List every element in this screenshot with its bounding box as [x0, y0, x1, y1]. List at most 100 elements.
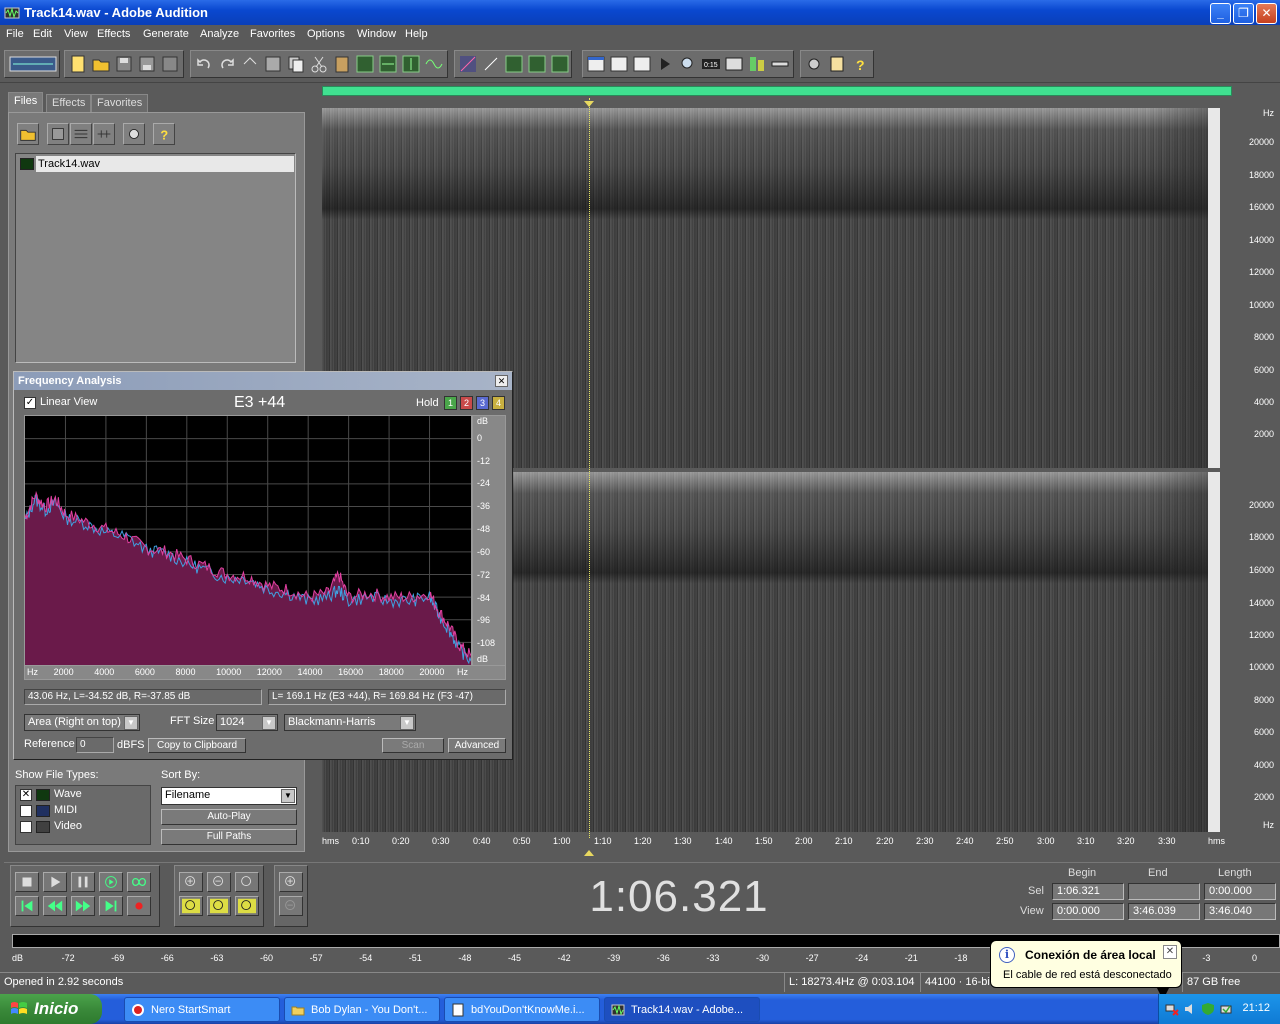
- zoom-full-icon[interactable]: [235, 872, 259, 892]
- play-icon[interactable]: [43, 872, 67, 892]
- level-meters-icon[interactable]: [747, 54, 767, 74]
- window-function-select[interactable]: Blackmann-Harris ▼: [284, 714, 416, 731]
- task-adobe-audition[interactable]: Track14.wav - Adobe...: [604, 997, 760, 1022]
- transport-icon[interactable]: [655, 54, 675, 74]
- tab-favorites[interactable]: Favorites: [91, 94, 149, 112]
- task-bdyoudontknowme[interactable]: bdYouDon'tKnowMe.i...: [444, 997, 600, 1022]
- spectral-phase-icon[interactable]: [527, 54, 547, 74]
- view-length-field[interactable]: 3:46.040: [1204, 903, 1276, 920]
- hold-button-3[interactable]: 3: [476, 396, 489, 410]
- menu-edit[interactable]: Edit: [33, 28, 52, 40]
- zoom-to-selection-icon[interactable]: [179, 896, 203, 916]
- open-file-icon[interactable]: [17, 123, 39, 145]
- zoom-right-edge-icon[interactable]: [235, 896, 259, 916]
- menu-options[interactable]: Options: [307, 28, 345, 40]
- scripts-icon[interactable]: [827, 54, 847, 74]
- menu-generate[interactable]: Generate: [143, 28, 189, 40]
- panel-help-icon[interactable]: ?: [153, 123, 175, 145]
- tab-files[interactable]: Files: [8, 92, 44, 112]
- redo-icon[interactable]: [217, 54, 237, 74]
- pause-icon[interactable]: [71, 872, 95, 892]
- paste-icon[interactable]: [332, 54, 352, 74]
- stop-icon[interactable]: [15, 872, 39, 892]
- help-icon[interactable]: ?: [850, 54, 870, 74]
- menu-file[interactable]: File: [6, 28, 24, 40]
- spectral-pan-icon[interactable]: [504, 54, 524, 74]
- status-window-icon[interactable]: [770, 54, 790, 74]
- task-bob-dylan-folder[interactable]: Bob Dylan - You Don't...: [284, 997, 440, 1022]
- repeat-icon[interactable]: [240, 54, 260, 74]
- open-folder-icon[interactable]: [91, 54, 111, 74]
- fft-size-select[interactable]: 1024 ▼: [216, 714, 278, 731]
- menu-effects[interactable]: Effects: [97, 28, 130, 40]
- trim-icon[interactable]: [355, 54, 375, 74]
- sel-length-field[interactable]: 0:00.000: [1204, 883, 1276, 900]
- waveform-icon[interactable]: [550, 54, 570, 74]
- zoom-out-horizontal-icon[interactable]: [207, 872, 231, 892]
- list-item[interactable]: Track14.wav: [18, 156, 294, 172]
- playback-cursor[interactable]: [589, 98, 590, 838]
- zoom-left-edge-icon[interactable]: [207, 896, 231, 916]
- linear-view-checkbox[interactable]: ✓: [24, 397, 36, 409]
- spectral-view-icon[interactable]: [458, 54, 478, 74]
- new-file-icon[interactable]: [68, 54, 88, 74]
- sel-end-field[interactable]: [1128, 883, 1200, 900]
- go-to-end-icon[interactable]: [99, 896, 123, 916]
- snap-icon[interactable]: [401, 54, 421, 74]
- tab-effects[interactable]: Effects: [46, 94, 92, 112]
- task-nero[interactable]: Nero StartSmart: [124, 997, 280, 1022]
- window-icon-1[interactable]: [586, 54, 606, 74]
- close-button[interactable]: ✕: [1256, 3, 1277, 24]
- view-end-field[interactable]: 3:46.039: [1128, 903, 1200, 920]
- video-checkbox[interactable]: [20, 821, 32, 833]
- fast-forward-icon[interactable]: [71, 896, 95, 916]
- mix-paste-icon[interactable]: [378, 54, 398, 74]
- security-icon[interactable]: [1201, 1002, 1215, 1016]
- selection-window-icon[interactable]: [724, 54, 744, 74]
- advanced-button[interactable]: Advanced: [448, 738, 506, 753]
- record-icon[interactable]: [127, 896, 151, 916]
- multitrack-view-icon[interactable]: [9, 54, 57, 74]
- auto-play-button[interactable]: Auto-Play: [161, 809, 297, 825]
- rewind-icon[interactable]: [43, 896, 67, 916]
- close-file-icon[interactable]: [160, 54, 180, 74]
- copy-new-icon[interactable]: [263, 54, 283, 74]
- zoom-out-vertical-icon[interactable]: [279, 896, 303, 916]
- insert-multitrack-icon[interactable]: [70, 123, 92, 145]
- sel-begin-field[interactable]: 1:06.321: [1052, 883, 1124, 900]
- save-icon[interactable]: [114, 54, 134, 74]
- frequency-graph[interactable]: [24, 415, 472, 666]
- window-icon-2[interactable]: [609, 54, 629, 74]
- insert-cd-icon[interactable]: [93, 123, 115, 145]
- midi-checkbox[interactable]: [20, 805, 32, 817]
- reference-input[interactable]: 0: [76, 737, 114, 753]
- menu-help[interactable]: Help: [405, 28, 428, 40]
- network-balloon[interactable]: i Conexión de área local El cable de red…: [990, 940, 1182, 1000]
- frequency-analysis-title[interactable]: Frequency Analysis ✕: [14, 372, 512, 390]
- menu-view[interactable]: View: [64, 28, 88, 40]
- display-mode-select[interactable]: Area (Right on top) ▼: [24, 714, 140, 731]
- zoom-in-horizontal-icon[interactable]: [179, 872, 203, 892]
- minimize-button[interactable]: _: [1210, 3, 1231, 24]
- save-as-icon[interactable]: [137, 54, 157, 74]
- network-disconnected-icon[interactable]: [1165, 1002, 1179, 1016]
- start-button[interactable]: Inicio: [0, 994, 102, 1024]
- hold-button-4[interactable]: 4: [492, 396, 505, 410]
- file-options-icon[interactable]: [123, 123, 145, 145]
- pitch-icon[interactable]: [481, 54, 501, 74]
- hold-button-1[interactable]: 1: [444, 396, 457, 410]
- copy-icon[interactable]: [286, 54, 306, 74]
- menu-analyze[interactable]: Analyze: [200, 28, 239, 40]
- close-file-panel-icon[interactable]: [47, 123, 69, 145]
- cursor-bottom-marker-icon[interactable]: [584, 850, 594, 856]
- full-paths-button[interactable]: Full Paths: [161, 829, 297, 845]
- overview-time-bar[interactable]: [322, 86, 1232, 96]
- window-icon-3[interactable]: [632, 54, 652, 74]
- hold-button-2[interactable]: 2: [460, 396, 473, 410]
- sort-by-select[interactable]: Filename ▼: [161, 787, 297, 805]
- menu-window[interactable]: Window: [357, 28, 396, 40]
- close-icon[interactable]: ✕: [1163, 945, 1177, 959]
- cut-icon[interactable]: [309, 54, 329, 74]
- safely-remove-icon[interactable]: [1219, 1002, 1233, 1016]
- play-to-end-icon[interactable]: [99, 872, 123, 892]
